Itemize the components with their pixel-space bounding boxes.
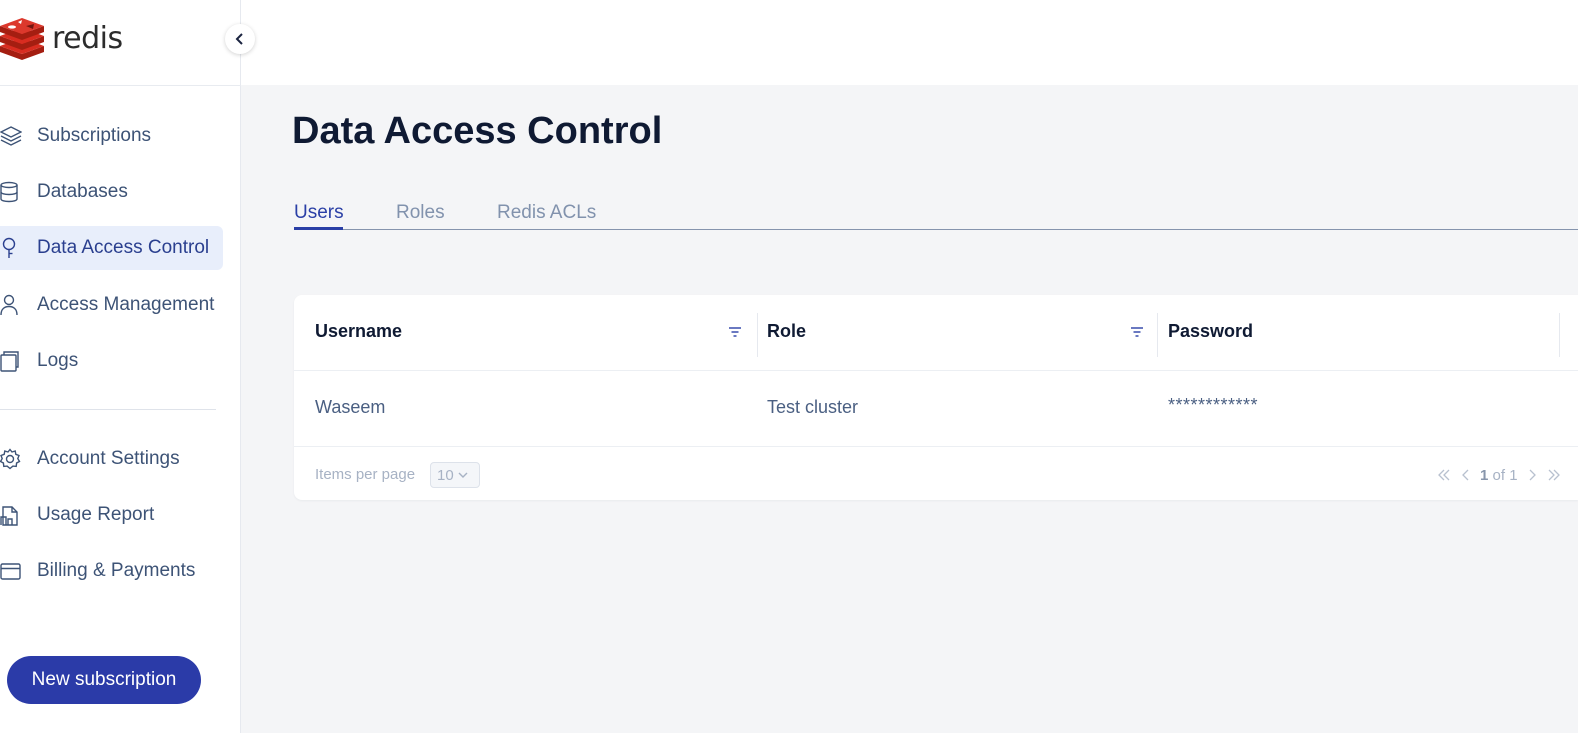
column-separator[interactable] bbox=[1559, 313, 1560, 357]
sidebar: redis Subscriptions Databases Data Acces… bbox=[0, 0, 241, 733]
sidebar-item-label: Usage Report bbox=[37, 504, 155, 525]
sidebar-item-label: Account Settings bbox=[37, 448, 180, 469]
sidebar-item-databases[interactable]: Databases bbox=[0, 170, 223, 214]
report-icon bbox=[0, 504, 22, 526]
sidebar-item-label: Billing & Payments bbox=[37, 560, 196, 581]
tab-roles[interactable]: Roles bbox=[396, 202, 445, 224]
chevron-left-icon bbox=[235, 33, 243, 45]
filter-icon[interactable] bbox=[728, 325, 742, 339]
tab-bar: Users Roles Redis ACLs bbox=[294, 200, 1578, 230]
page-indicator: 1 of 1 bbox=[1480, 467, 1518, 484]
redis-logo[interactable]: redis bbox=[0, 14, 123, 62]
top-header bbox=[241, 0, 1578, 85]
chevron-down-icon bbox=[458, 472, 468, 478]
new-subscription-button[interactable]: New subscription bbox=[7, 656, 201, 704]
sidebar-item-account-settings[interactable]: Account Settings bbox=[0, 437, 223, 481]
sidebar-header-divider bbox=[0, 85, 241, 86]
collapse-sidebar-button[interactable] bbox=[225, 24, 255, 54]
cell-role[interactable]: Test cluster bbox=[767, 397, 858, 418]
sidebar-item-subscriptions[interactable]: Subscriptions bbox=[0, 114, 223, 158]
tab-label: Redis ACLs bbox=[497, 202, 597, 223]
items-per-page-label: Items per page bbox=[315, 466, 416, 483]
page-total: of 1 bbox=[1492, 466, 1518, 484]
sidebar-item-label: Access Management bbox=[37, 294, 215, 315]
user-icon bbox=[0, 294, 22, 316]
column-header-password[interactable]: Password bbox=[1168, 321, 1253, 342]
cell-password[interactable]: ************ bbox=[1168, 395, 1258, 416]
first-page-icon[interactable] bbox=[1436, 467, 1452, 483]
header-divider bbox=[294, 370, 1578, 371]
sidebar-item-label: Logs bbox=[37, 350, 79, 371]
column-separator[interactable] bbox=[757, 313, 758, 357]
items-per-page-select[interactable]: 10 bbox=[430, 462, 480, 488]
layers-icon bbox=[0, 125, 22, 147]
column-header-username[interactable]: Username bbox=[315, 321, 402, 342]
sidebar-item-access-management[interactable]: Access Management bbox=[0, 283, 223, 327]
cell-username[interactable]: Waseem bbox=[315, 397, 385, 418]
tab-users[interactable]: Users bbox=[294, 202, 344, 224]
page-title: Data Access Control bbox=[292, 110, 663, 152]
sidebar-item-billing-payments[interactable]: Billing & Payments bbox=[0, 549, 223, 593]
active-tab-indicator bbox=[294, 227, 343, 230]
sidebar-item-label: Subscriptions bbox=[37, 125, 152, 146]
sidebar-item-label: Data Access Control bbox=[37, 237, 210, 258]
last-page-icon[interactable] bbox=[1546, 467, 1562, 483]
card-icon bbox=[0, 560, 22, 582]
users-table: Username Role Password Waseem Test clust… bbox=[294, 295, 1578, 500]
column-separator[interactable] bbox=[1157, 313, 1158, 357]
sidebar-item-data-access-control[interactable]: Data Access Control bbox=[0, 226, 223, 270]
tab-label: Roles bbox=[396, 202, 445, 223]
tab-label: Users bbox=[294, 202, 344, 223]
brand-name: redis bbox=[52, 20, 123, 56]
sidebar-divider bbox=[0, 409, 216, 410]
previous-page-icon[interactable] bbox=[1458, 467, 1474, 483]
key-icon bbox=[0, 237, 22, 259]
sidebar-item-usage-report[interactable]: Usage Report bbox=[0, 493, 223, 537]
database-icon bbox=[0, 181, 22, 203]
tab-redis-acls[interactable]: Redis ACLs bbox=[497, 202, 596, 224]
redis-cube-icon bbox=[0, 18, 44, 60]
next-page-icon[interactable] bbox=[1524, 467, 1540, 483]
pagination: 1 of 1 bbox=[1436, 464, 1562, 486]
column-header-role[interactable]: Role bbox=[767, 321, 806, 342]
sidebar-item-logs[interactable]: Logs bbox=[0, 339, 223, 383]
gear-icon bbox=[0, 448, 22, 470]
logs-icon bbox=[0, 350, 22, 372]
items-per-page-value: 10 bbox=[437, 466, 454, 484]
current-page: 1 bbox=[1480, 466, 1489, 484]
filter-icon[interactable] bbox=[1130, 325, 1144, 339]
sidebar-item-label: Databases bbox=[37, 181, 128, 202]
row-divider bbox=[294, 446, 1578, 447]
